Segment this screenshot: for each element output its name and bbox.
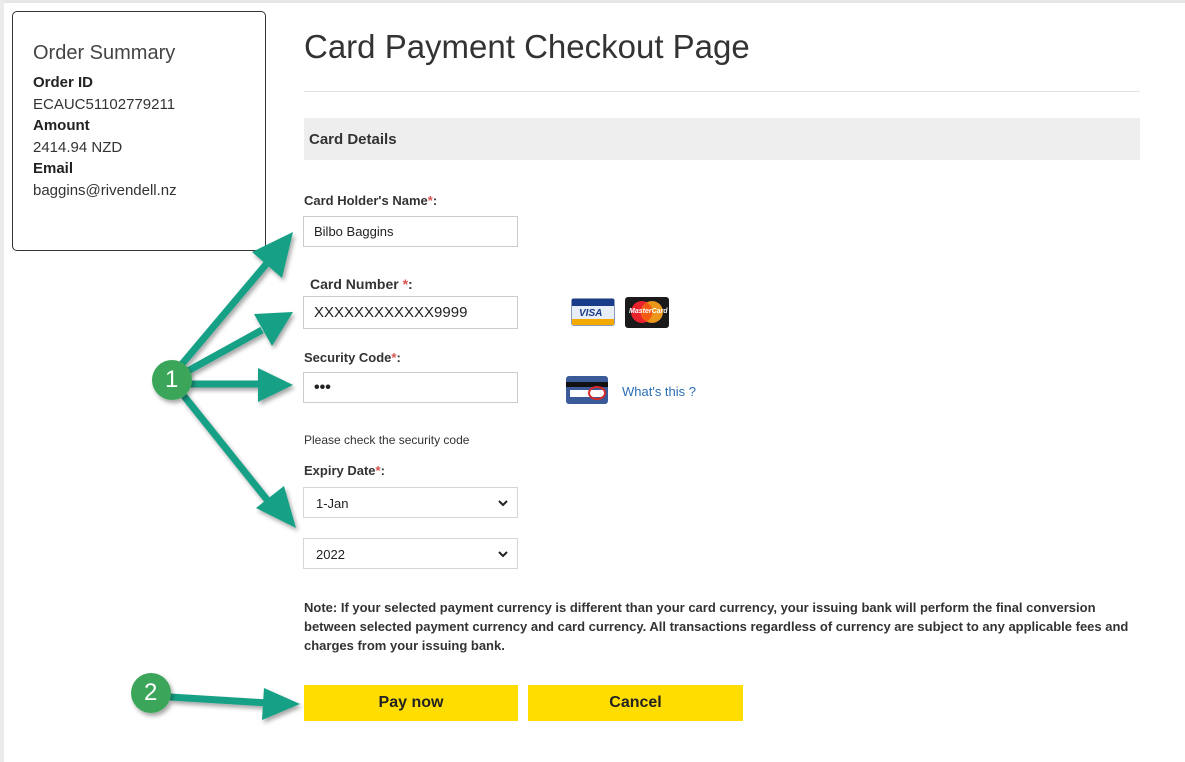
page-title: Card Payment Checkout Page <box>304 28 750 65</box>
card-number-input[interactable] <box>303 296 518 329</box>
window-left-edge <box>0 0 4 762</box>
callout-1-label: 1 <box>165 366 179 393</box>
arrowhead-icon <box>258 368 293 402</box>
cvv-card-icon <box>566 376 608 404</box>
visa-top-band <box>572 299 614 306</box>
card-details-header: Card Details <box>304 118 1140 160</box>
amount-value: 2414.94 NZD <box>33 139 123 156</box>
order-id-label: Order ID <box>33 74 94 91</box>
title-divider <box>304 91 1140 92</box>
visa-bottom-band <box>572 319 614 325</box>
arrow-to-name <box>179 259 271 367</box>
arrowhead-icon <box>262 688 300 720</box>
card-number-label-text: Card Number <box>310 276 403 292</box>
label-colon: : <box>432 193 438 208</box>
email-value: baggins@rivendell.nz <box>33 182 177 199</box>
chevron-down-icon <box>498 500 508 507</box>
card-number-label: Card Number *: <box>310 276 413 292</box>
order-summary-panel: Order Summary Order ID ECAUC51102779211 … <box>12 11 266 251</box>
whats-this-link[interactable]: What's this ? <box>622 384 696 399</box>
amount-label: Amount <box>33 117 90 134</box>
arrow-to-card-number <box>184 326 264 376</box>
expiry-month-select[interactable]: 1-Jan <box>303 487 518 518</box>
arrow-to-expiry <box>181 393 275 509</box>
security-code-input[interactable]: ••• <box>303 372 518 403</box>
order-id-value: ECAUC51102779211 <box>33 96 176 113</box>
arrow-to-pay-now <box>169 693 269 707</box>
arrow-group-1 <box>179 232 296 528</box>
callout-2-label: 2 <box>144 679 158 706</box>
pay-now-button[interactable]: Pay now <box>304 685 518 721</box>
chevron-down-icon <box>498 551 508 558</box>
arrowhead-icon <box>256 486 296 528</box>
expiry-year-select[interactable]: 2022 <box>303 538 518 569</box>
card-holder-name-label: Card Holder's Name*: <box>304 193 437 208</box>
security-code-label-text: Security Code <box>304 350 392 365</box>
card-holder-name-label-text: Card Holder's Name <box>304 193 428 208</box>
mastercard-icon: MasterCard <box>625 297 669 328</box>
label-colon: : <box>408 276 413 292</box>
cvv-highlight-ring <box>588 386 606 400</box>
security-code-hint: Please check the security code <box>304 433 470 447</box>
mastercard-text: MasterCard <box>629 308 668 315</box>
window-top-edge <box>0 0 1185 3</box>
email-label: Email <box>33 160 74 177</box>
currency-note: Note: If your selected payment currency … <box>304 600 1129 653</box>
label-colon: : <box>380 463 385 478</box>
arrowhead-icon <box>254 312 293 346</box>
cancel-button[interactable]: Cancel <box>528 685 743 721</box>
label-colon: : <box>396 350 401 365</box>
visa-text: VISA <box>579 308 603 319</box>
arrow-group-2 <box>169 688 300 720</box>
expiry-month-value: 1-Jan <box>316 496 349 511</box>
security-code-label: Security Code*: <box>304 350 401 365</box>
expiry-year-value: 2022 <box>316 547 345 562</box>
visa-card-icon: VISA <box>571 298 615 326</box>
expiry-date-label-text: Expiry Date <box>304 463 376 478</box>
card-holder-name-input[interactable] <box>303 216 518 247</box>
order-summary-title: Order Summary <box>33 42 176 64</box>
expiry-date-label: Expiry Date*: <box>304 463 385 478</box>
